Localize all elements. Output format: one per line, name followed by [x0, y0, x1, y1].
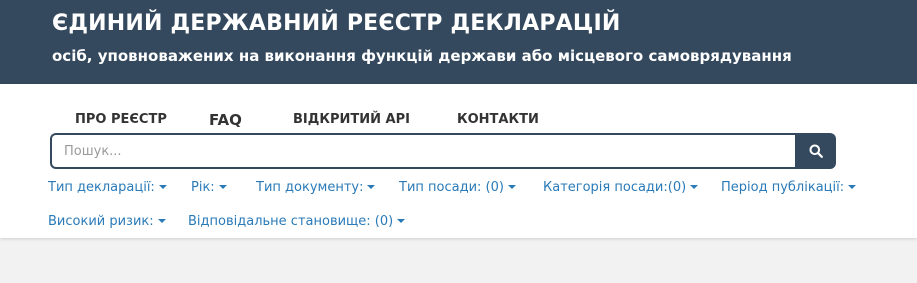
filter-document-type[interactable]: Тип документу: — [256, 180, 376, 195]
filter-position-type[interactable]: Тип посади: (0) — [399, 180, 516, 195]
caret-down-icon — [848, 185, 857, 189]
filter-position-category[interactable]: Категорія посади:(0) — [543, 180, 699, 195]
page: ЄДИНИЙ ДЕРЖАВНИЙ РЕЄСТР ДЕКЛАРАЦІЙ осіб,… — [0, 0, 917, 283]
caret-down-icon — [218, 185, 227, 189]
site-title: ЄДИНИЙ ДЕРЖАВНИЙ РЕЄСТР ДЕКЛАРАЦІЙ — [52, 11, 621, 36]
filter-label: Тип посади: (0) — [399, 180, 504, 195]
caret-down-icon — [367, 185, 376, 189]
site-header: ЄДИНИЙ ДЕРЖАВНИЙ РЕЄСТР ДЕКЛАРАЦІЙ осіб,… — [0, 0, 917, 84]
nav-about[interactable]: ПРО РЕЄСТР — [75, 112, 167, 127]
filter-publication-period[interactable]: Період публікації: — [721, 180, 857, 195]
search-button[interactable] — [795, 133, 836, 169]
caret-down-icon — [690, 185, 699, 189]
filter-high-risk[interactable]: Високий ризик: — [48, 214, 166, 229]
nav-contacts[interactable]: КОНТАКТИ — [457, 112, 539, 127]
caret-down-icon — [158, 185, 167, 189]
filter-year[interactable]: Рік: — [191, 180, 227, 195]
filter-label: Тип документу: — [256, 180, 364, 195]
caret-down-icon — [397, 219, 406, 223]
filter-label: Рік: — [191, 180, 215, 195]
caret-down-icon — [157, 219, 166, 223]
filter-label: Відповідальне становище: (0) — [188, 214, 394, 229]
search-input[interactable] — [50, 133, 795, 169]
nav-open-api[interactable]: ВІДКРИТИЙ API — [293, 112, 410, 127]
filter-label: Тип декларації: — [48, 180, 155, 195]
main-nav: ПРО РЕЄСТР FAQ ВІДКРИТИЙ API КОНТАКТИ — [0, 111, 917, 132]
filter-label: Період публікації: — [721, 180, 845, 195]
search-bar — [50, 133, 836, 169]
nav-faq[interactable]: FAQ — [209, 111, 242, 129]
caret-down-icon — [507, 185, 516, 189]
filter-label: Категорія посади:(0) — [543, 180, 687, 195]
filter-declaration-type[interactable]: Тип декларації: — [48, 180, 167, 195]
site-subtitle: осіб, уповноважених на виконання функцій… — [52, 47, 792, 65]
filter-responsible-position[interactable]: Відповідальне становище: (0) — [188, 214, 406, 229]
filter-label: Високий ризик: — [48, 214, 154, 229]
search-icon — [809, 144, 823, 158]
